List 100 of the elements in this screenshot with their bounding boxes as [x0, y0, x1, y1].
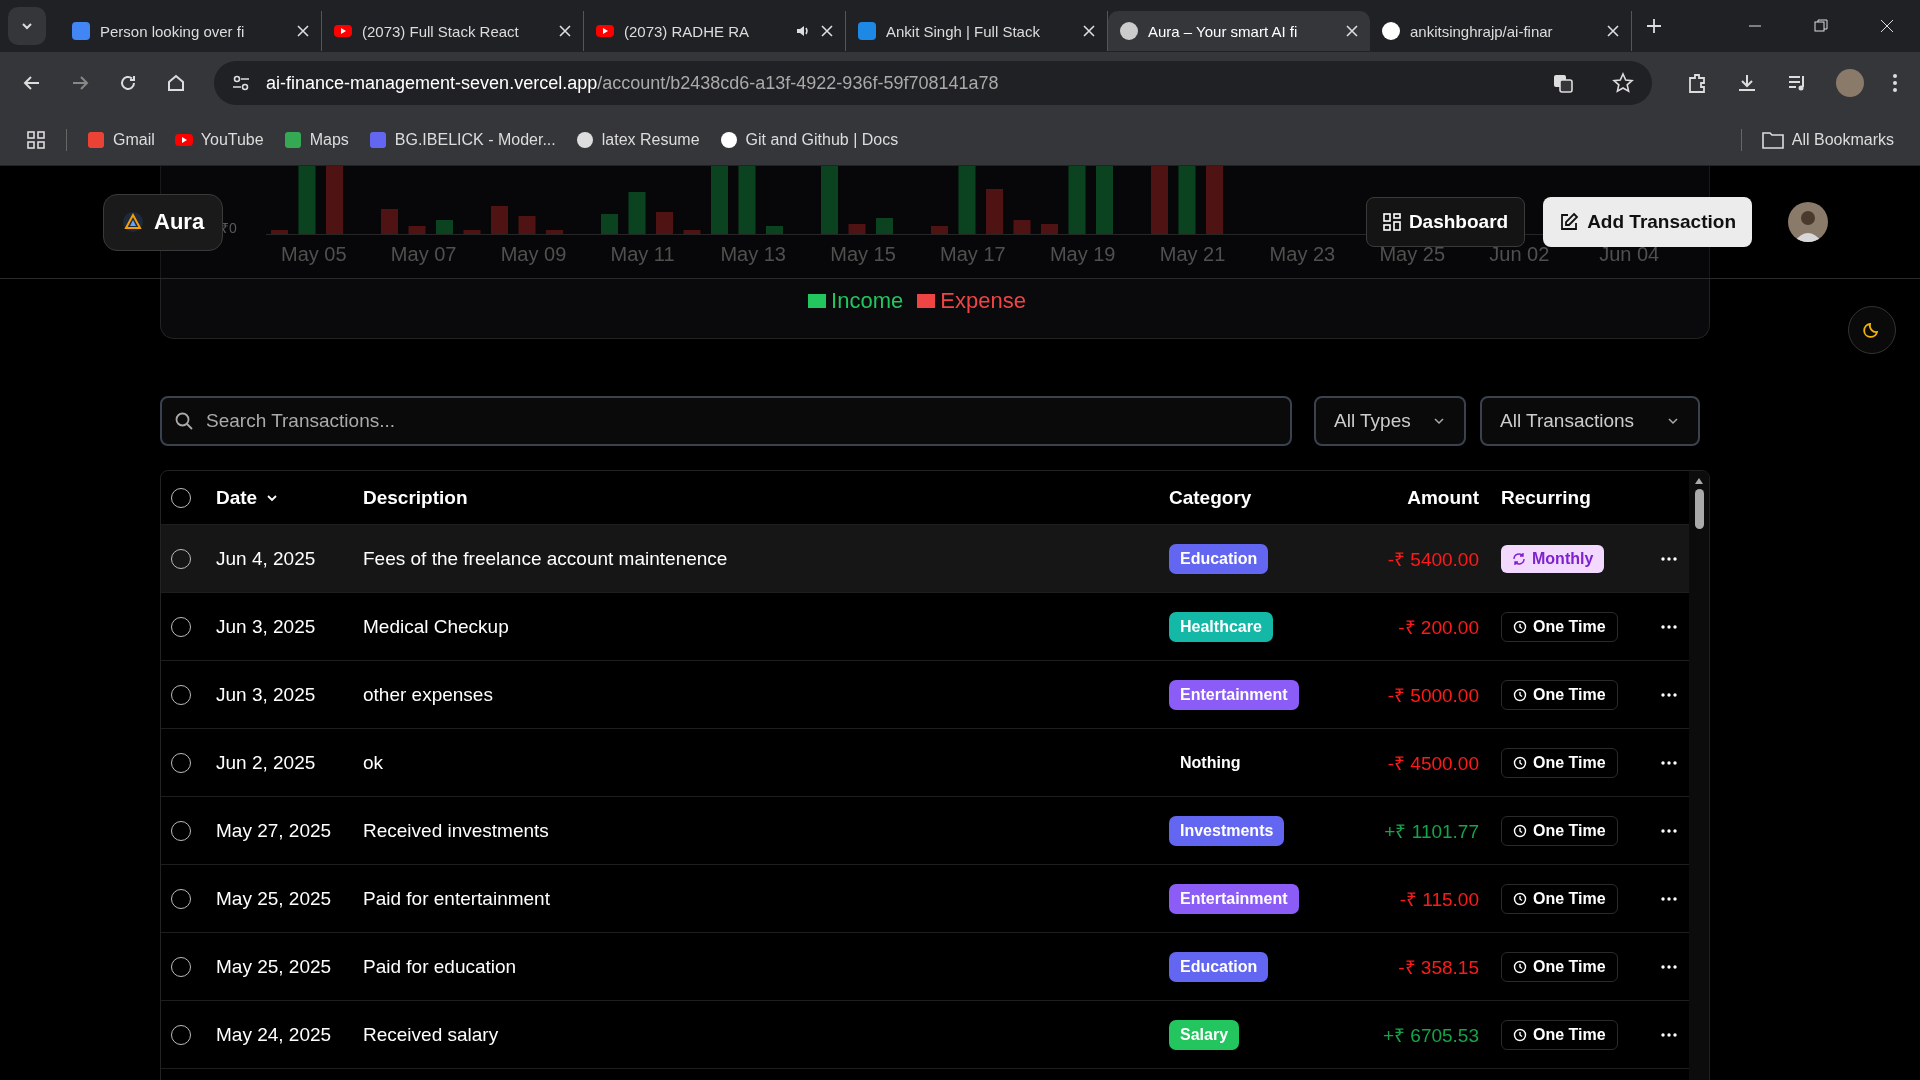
- theme-toggle-button[interactable]: [1848, 306, 1896, 354]
- column-header: Description: [363, 486, 469, 509]
- browser-tab[interactable]: (2073) RADHE RA: [584, 11, 846, 51]
- more-icon[interactable]: [1661, 556, 1677, 561]
- extensions-icon[interactable]: [1686, 72, 1708, 94]
- browser-tab[interactable]: Person looking over fi: [60, 11, 322, 51]
- category-tag: Salary: [1169, 1019, 1240, 1050]
- circle-icon[interactable]: [575, 130, 594, 149]
- amount-cell-text: -₹ 4500.00: [1386, 751, 1479, 776]
- browser-tab[interactable]: Aura – Your smart AI fi: [1108, 11, 1370, 51]
- close-icon[interactable]: [821, 25, 833, 37]
- close-icon[interactable]: [559, 25, 571, 37]
- chart-bar: [1013, 220, 1031, 234]
- address-bar[interactable]: ai-finance-management-seven.vercel.app/account/b2438cd6-a13f-4922-936f-59f708141a78: [214, 61, 1652, 105]
- apps-icon[interactable]: [26, 129, 46, 150]
- close-icon[interactable]: [297, 25, 309, 37]
- date-cell-text: Jun 2, 2025: [216, 751, 317, 774]
- more-icon[interactable]: [1661, 896, 1677, 901]
- recurring-dropdown[interactable]: All Transactions: [1480, 396, 1700, 446]
- square-icon[interactable]: [87, 130, 105, 149]
- chart-bar: [986, 189, 1003, 234]
- circle-icon: [1120, 22, 1138, 40]
- category-tag: Nothing: [1169, 747, 1252, 778]
- recurring-badge: Monthly: [1501, 544, 1605, 573]
- star-icon[interactable]: [1612, 72, 1634, 94]
- axis-label: May 05: [281, 242, 348, 266]
- folder-icon[interactable]: [1761, 130, 1784, 149]
- chart-bar: [436, 220, 453, 234]
- chart-bar: [1068, 166, 1086, 234]
- profile-avatar[interactable]: [1836, 69, 1864, 97]
- more-icon[interactable]: [1661, 624, 1677, 629]
- square-icon: [858, 22, 876, 40]
- description-cell-text: ok: [363, 751, 385, 774]
- axis-label: May 15: [830, 242, 897, 266]
- close-icon[interactable]: [1346, 25, 1358, 37]
- speaker-icon[interactable]: [795, 23, 811, 39]
- chart-bar: [738, 166, 756, 234]
- circle-icon[interactable]: [719, 130, 738, 149]
- play-icon: [334, 22, 352, 40]
- more-icon[interactable]: [1661, 692, 1677, 697]
- restore-icon[interactable]: [1814, 19, 1828, 33]
- square-icon: [72, 22, 90, 40]
- chart-bar: [876, 218, 893, 234]
- recurring-badge: One Time: [1501, 951, 1618, 982]
- axis-label: May 09: [500, 242, 568, 266]
- column-header: Recurring: [1500, 486, 1592, 509]
- scrollbar-track[interactable]: [1689, 471, 1709, 1080]
- search-field[interactable]: Search Transactions...: [160, 396, 1292, 446]
- browser-tab[interactable]: (2073) Full Stack React: [322, 11, 584, 51]
- browser-tab[interactable]: ankitsinghrajp/ai-finar: [1370, 11, 1632, 51]
- amount-cell-text: -₹ 5000.00: [1386, 683, 1479, 708]
- recurring-badge: One Time: [1501, 1019, 1618, 1050]
- close-icon[interactable]: [1880, 19, 1894, 33]
- bookmark[interactable]: YouTube: [200, 130, 264, 149]
- axis-label: May 17: [940, 242, 1007, 266]
- bookmark[interactable]: Gmail: [113, 130, 155, 149]
- download-icon[interactable]: [1736, 72, 1758, 94]
- more-icon[interactable]: [1661, 1032, 1677, 1037]
- close-icon[interactable]: [1607, 25, 1619, 37]
- scroll-up-icon[interactable]: [1694, 477, 1704, 485]
- chart-bar: [491, 206, 508, 234]
- more-icon[interactable]: [1661, 828, 1677, 833]
- description-cell-text: Paid for entertainment: [363, 887, 551, 910]
- chart-bar: [1206, 166, 1223, 234]
- logo-button[interactable]: Aura: [103, 193, 224, 251]
- more-icon[interactable]: [1661, 964, 1677, 969]
- menu-icon[interactable]: [1892, 73, 1898, 93]
- reload-icon[interactable]: [118, 73, 138, 93]
- square-icon[interactable]: [283, 130, 302, 149]
- new-tab-icon[interactable]: [1646, 18, 1662, 34]
- bookmark[interactable]: BG.IBELICK - Moder...: [394, 130, 556, 149]
- bookmark[interactable]: Maps: [309, 130, 349, 149]
- all-bookmarks[interactable]: All Bookmarks: [1791, 130, 1894, 149]
- home-icon[interactable]: [166, 73, 186, 93]
- column-header[interactable]: Date: [216, 486, 258, 509]
- type-dropdown[interactable]: All Types: [1314, 396, 1466, 446]
- user-avatar[interactable]: [1788, 202, 1828, 242]
- dashboard-button[interactable]: Dashboard: [1365, 197, 1526, 247]
- translate-icon[interactable]: [1552, 72, 1574, 94]
- more-icon[interactable]: [1661, 760, 1677, 765]
- recurring-badge: One Time: [1501, 611, 1618, 642]
- bookmark[interactable]: latex Resume: [601, 130, 700, 149]
- square-icon[interactable]: [368, 130, 387, 149]
- add-transaction-button[interactable]: Add Transaction: [1543, 197, 1752, 247]
- column-header: Category: [1169, 486, 1253, 509]
- bookmark[interactable]: Git and Github | Docs: [745, 130, 899, 149]
- chart-bar: [711, 166, 728, 234]
- scrollbar-thumb[interactable]: [1694, 489, 1704, 529]
- chart-bar: [1041, 224, 1058, 234]
- chart-bar: [848, 224, 866, 234]
- pencil-icon: [1559, 212, 1580, 232]
- site-settings-icon[interactable]: [232, 74, 250, 92]
- amount-cell-text: -₹ 358.15: [1397, 955, 1479, 980]
- date-cell-text: May 24, 2025: [216, 1023, 333, 1046]
- close-icon[interactable]: [1083, 25, 1095, 37]
- recurring-badge: One Time: [1501, 747, 1618, 778]
- chart-bar: [656, 212, 673, 234]
- browser-tab[interactable]: Ankit Singh | Full Stack: [846, 11, 1108, 51]
- chart-bar: [601, 214, 618, 234]
- chart-bar: [1096, 166, 1113, 234]
